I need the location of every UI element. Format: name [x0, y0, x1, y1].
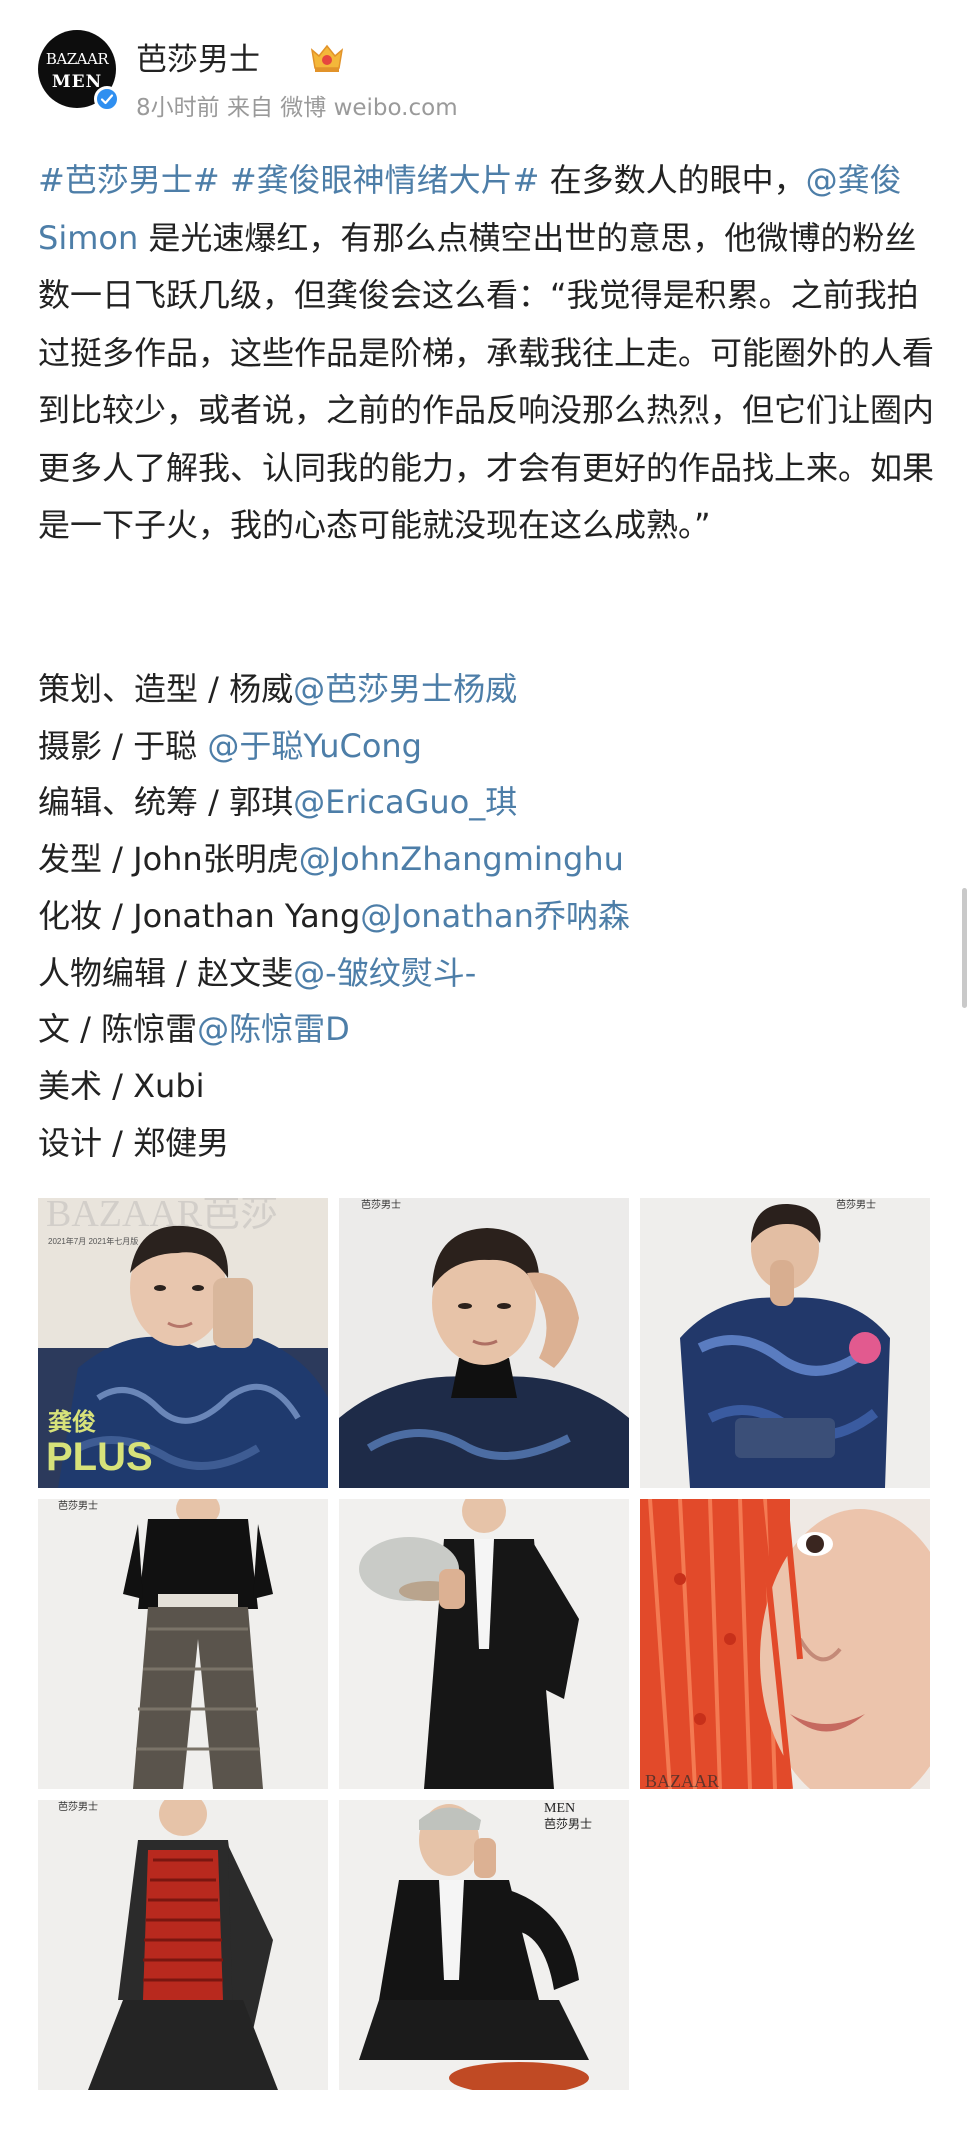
avatar-logo-top: BAZAAR	[45, 50, 109, 68]
credit-line: 文 / 陈惊雷@陈惊雷D	[38, 1001, 938, 1058]
mention-link[interactable]: @-皱纹熨斗-	[293, 954, 476, 992]
credit-line: 发型 / John张明虎@JohnZhangminghu	[38, 831, 938, 888]
credit-role: 化妆 / Jonathan Yang	[38, 896, 361, 935]
mention-link[interactable]: @EricaGuo_琪	[293, 783, 517, 821]
corner-logo: 芭莎男士	[361, 1198, 401, 1211]
credit-line: 设计 / 郑健男	[38, 1115, 938, 1172]
corner-logo: 芭莎男士	[544, 1817, 592, 1831]
post-body: #芭莎男士# #龚俊眼神情绪大片# 在多数人的眼中，@龚俊Simon 是光速爆红…	[38, 152, 938, 555]
credit-line: 编辑、统筹 / 郭琪@EricaGuo_琪	[38, 774, 938, 831]
mention-link[interactable]: @JohnZhangminghu	[299, 840, 624, 878]
black-blazer-tweed-trousers-photo[interactable]: 芭莎男士	[38, 1499, 328, 1789]
credits-list: 策划、造型 / 杨威@芭莎男士杨威 摄影 / 于聪 @于聪YuCong 编辑、统…	[38, 661, 938, 1171]
credit-role: 摄影 / 于聪	[38, 726, 208, 765]
credit-line: 人物编辑 / 赵文斐@-皱纹熨斗-	[38, 945, 938, 1002]
credit-role: 编辑、统筹 / 郭琪	[38, 783, 294, 822]
hashtag-link[interactable]: #龚俊眼神情绪大片#	[230, 161, 540, 199]
red-fringe-closeup-photo[interactable]: BAZAAR	[640, 1499, 930, 1789]
blue-jacket-pose-photo[interactable]: 芭莎男士	[640, 1198, 930, 1488]
corner-logo: 芭莎男士	[836, 1198, 876, 1211]
credit-role: 文 / 陈惊雷	[38, 1010, 198, 1049]
post-text	[220, 161, 230, 199]
credit-line: 化妆 / Jonathan Yang@Jonathan乔呐森	[38, 888, 938, 945]
verified-check-icon	[94, 86, 120, 112]
corner-logo: 芭莎男士	[58, 1499, 98, 1512]
mention-link[interactable]: @陈惊雷D	[197, 1010, 350, 1048]
bazaar-footer: BAZAAR	[645, 1771, 719, 1789]
mention-link[interactable]: @Jonathan乔呐森	[360, 897, 630, 935]
credit-role: 设计 / 郑健男	[38, 1123, 230, 1162]
mention-link[interactable]: @于聪YuCong	[207, 727, 422, 765]
post-meta: 8小时前 来自 微博 weibo.com	[136, 95, 458, 121]
cover-small-text: 2021年7月 2021年七月版	[48, 1236, 138, 1246]
post-text: 是光速爆红，有那么点横空出世的意思，他微博的粉丝数一日飞跃几级，但龚俊会这么看：…	[38, 218, 935, 545]
credit-role: 策划、造型 / 杨威	[38, 670, 294, 708]
post-header: BAZAAR MEN 芭莎男士 8小时前 来自 微博 weibo.com	[38, 28, 933, 121]
credit-line: 摄影 / 于聪 @于聪YuCong	[38, 718, 938, 775]
credit-role: 发型 / John张明虎	[38, 840, 299, 879]
username[interactable]: 芭莎男士	[136, 34, 260, 79]
seated-black-suit-photo[interactable]: MEN 芭莎男士	[339, 1800, 629, 2090]
corner-logo: 芭莎男士	[58, 1800, 98, 1813]
credit-role: 美术 / Xubi	[38, 1066, 205, 1105]
cover-masthead: BAZAAR芭莎	[46, 1198, 278, 1235]
scrollbar[interactable]	[962, 888, 967, 1008]
suit-holding-cap-photo[interactable]	[339, 1499, 629, 1789]
corner-logo-men: MEN	[544, 1801, 575, 1816]
credit-line: 策划、造型 / 杨威@芭莎男士杨威	[38, 661, 938, 718]
hand-on-temple-portrait-photo[interactable]: 芭莎男士	[339, 1198, 629, 1488]
cover-plus: PLUS	[46, 1435, 153, 1479]
credit-role: 人物编辑 / 赵文斐	[38, 953, 294, 992]
cover-name: 龚俊	[48, 1408, 96, 1436]
hashtag-link[interactable]: #芭莎男士#	[38, 161, 220, 199]
post-text: 在多数人的眼中，	[539, 161, 806, 199]
magazine-cover-photo[interactable]: BAZAAR芭莎 2021年7月 2021年七月版 龚俊 PLUS	[38, 1198, 328, 1488]
credit-line: 美术 / Xubi	[38, 1058, 938, 1115]
crown-badge-icon[interactable]	[309, 42, 345, 74]
red-knit-vest-photo[interactable]: 芭莎男士	[38, 1800, 328, 2090]
post-paragraph: #芭莎男士# #龚俊眼神情绪大片# 在多数人的眼中，@龚俊Simon 是光速爆红…	[38, 152, 938, 555]
mention-link[interactable]: @芭莎男士杨威	[293, 670, 517, 708]
